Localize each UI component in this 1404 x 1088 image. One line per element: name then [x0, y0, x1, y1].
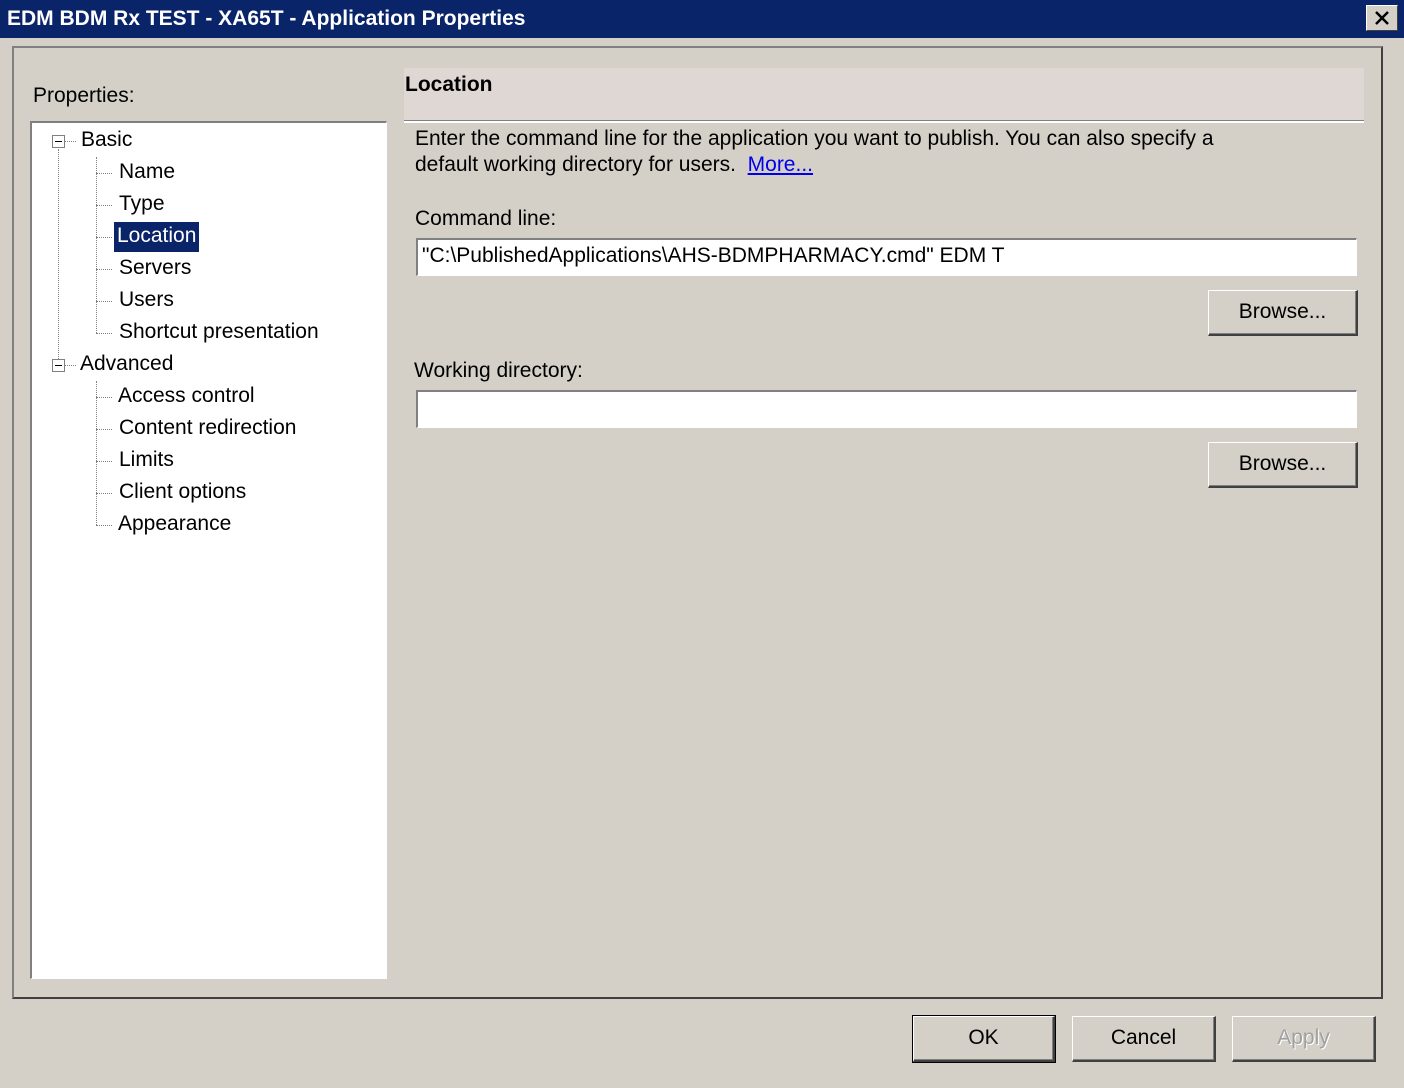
tree-line — [96, 381, 97, 525]
tree-line — [64, 141, 76, 142]
tree-item-appearance[interactable]: Appearance — [115, 510, 234, 540]
tree-line — [58, 149, 59, 365]
tree-line — [96, 525, 112, 526]
description-line-2-text: default working directory for users. — [415, 153, 736, 176]
close-icon — [1375, 11, 1389, 25]
panel-header-divider — [404, 120, 1364, 123]
cancel-button[interactable]: Cancel — [1072, 1016, 1216, 1062]
properties-tree[interactable]: Basic Name Type Location Servers Users S… — [30, 121, 387, 979]
ok-button[interactable]: OK — [912, 1015, 1056, 1063]
tree-group-advanced[interactable]: Advanced — [77, 350, 176, 380]
browse-command-button[interactable]: Browse... — [1208, 290, 1358, 336]
tree-group-basic[interactable]: Basic — [78, 126, 135, 156]
panel-description: Enter the command line for the applicati… — [415, 126, 1335, 178]
tree-line — [96, 429, 112, 430]
tree-line — [96, 333, 112, 334]
working-directory-input[interactable] — [416, 390, 1357, 428]
command-line-label: Command line: — [415, 207, 557, 230]
tree-line — [96, 157, 97, 333]
close-button[interactable] — [1366, 5, 1398, 31]
tree-item-shortcut-presentation[interactable]: Shortcut presentation — [116, 318, 322, 348]
tree-item-location[interactable]: Location — [114, 222, 200, 252]
apply-button[interactable]: Apply — [1232, 1016, 1376, 1062]
tree-line — [64, 365, 76, 366]
tree-item-servers[interactable]: Servers — [116, 254, 194, 284]
tree-item-client-options[interactable]: Client options — [116, 478, 249, 508]
tree-item-limits[interactable]: Limits — [116, 446, 177, 476]
collapse-basic-icon[interactable] — [52, 135, 65, 148]
title-bar: EDM BDM Rx TEST - XA65T - Application Pr… — [0, 0, 1404, 38]
collapse-advanced-icon[interactable] — [52, 359, 65, 372]
tree-item-name[interactable]: Name — [116, 158, 178, 188]
tree-item-content-redirection[interactable]: Content redirection — [116, 414, 299, 444]
panel-title: Location — [405, 73, 493, 96]
tree-line — [96, 269, 112, 270]
panel-header — [404, 68, 1364, 120]
window-title: EDM BDM Rx TEST - XA65T - Application Pr… — [7, 7, 526, 30]
application-properties-dialog: EDM BDM Rx TEST - XA65T - Application Pr… — [0, 0, 1404, 1088]
tree-item-users[interactable]: Users — [116, 286, 177, 316]
tree-item-access-control[interactable]: Access control — [115, 382, 258, 412]
tree-line — [96, 493, 112, 494]
tree-line — [96, 237, 112, 238]
tree-item-type[interactable]: Type — [116, 190, 168, 220]
tree-line — [96, 397, 112, 398]
tree-line — [96, 461, 112, 462]
tree-line — [96, 173, 112, 174]
description-line-2: default working directory for users. Mor… — [415, 152, 1335, 178]
properties-label: Properties: — [33, 84, 135, 107]
working-directory-label: Working directory: — [414, 359, 583, 382]
tree-line — [96, 301, 112, 302]
more-link[interactable]: More... — [748, 153, 813, 176]
description-line-1: Enter the command line for the applicati… — [415, 127, 1214, 150]
browse-directory-button[interactable]: Browse... — [1208, 442, 1358, 488]
tree-line — [96, 205, 112, 206]
command-line-input[interactable]: "C:\PublishedApplications\AHS-BDMPHARMAC… — [416, 238, 1357, 276]
